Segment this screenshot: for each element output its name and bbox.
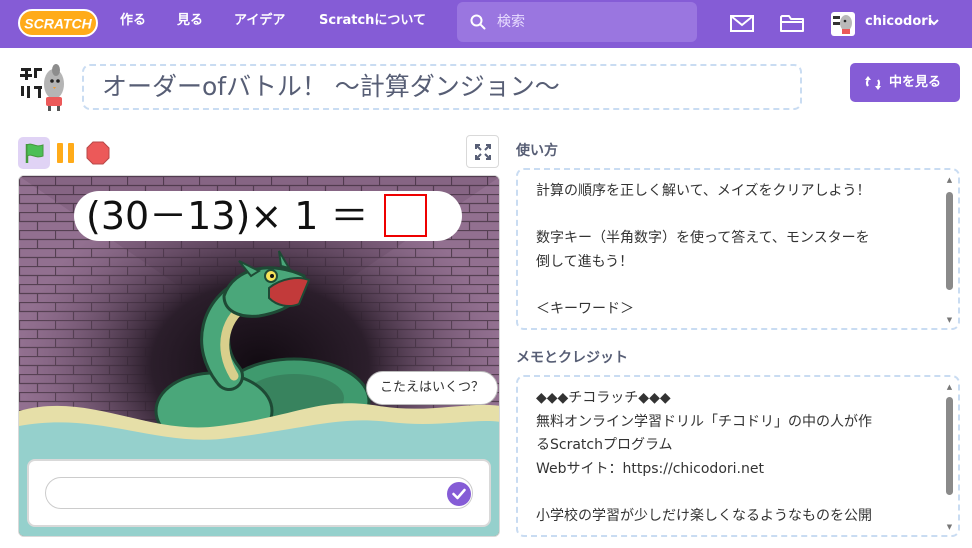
nav-about[interactable]: Scratchについて	[319, 0, 426, 48]
project-author-avatar[interactable]	[18, 62, 68, 112]
fullscreen-icon	[475, 144, 491, 160]
folder-icon[interactable]	[779, 10, 805, 36]
nav-explore[interactable]: 見る	[177, 0, 203, 48]
ask-panel	[27, 459, 491, 527]
equation-panel: (30－13)× 1 ＝	[74, 191, 462, 241]
answer-box	[384, 194, 427, 237]
instructions-heading: 使い方	[516, 143, 558, 159]
stop-icon[interactable]	[86, 141, 110, 165]
notes-scrollbar[interactable]: ▲ ▼	[945, 383, 954, 531]
remix-arrows-icon	[865, 76, 881, 90]
notes-panel[interactable]: ◆◆◆チコラッチ◆◆◆ 無料オンライン学習ドリル「チコドリ」の中の人が作 るSc…	[516, 375, 960, 537]
scratch-logo[interactable]: SCRATCH	[18, 9, 98, 37]
instructions-panel[interactable]: 計算の順序を正しく解いて、メイズをクリアしよう！ 数字キー（半角数字）を使って答…	[516, 168, 960, 330]
project-title[interactable]: オーダーofバトル！ ～計算ダンジョン～	[82, 64, 802, 110]
notes-text: ◆◆◆チコラッチ◆◆◆ 無料オンライン学習ドリル「チコドリ」の中の人が作 るSc…	[536, 390, 872, 524]
fullscreen-button[interactable]	[466, 135, 499, 168]
top-navbar: SCRATCH 作る 見る アイデア Scratchについて chicodori	[0, 0, 972, 48]
answer-input[interactable]	[45, 477, 473, 509]
search-box[interactable]	[457, 2, 697, 42]
equation-text: (30－13)× 1 ＝	[86, 194, 369, 238]
user-avatar[interactable]	[831, 12, 855, 36]
scroll-thumb[interactable]	[946, 397, 953, 495]
mail-icon[interactable]	[729, 10, 755, 36]
nav-create[interactable]: 作る	[120, 0, 146, 48]
scroll-down-icon[interactable]: ▼	[945, 316, 954, 324]
see-inside-button[interactable]: 中を見る	[850, 63, 960, 102]
instructions-text: 計算の順序を正しく解いて、メイズをクリアしよう！ 数字キー（半角数字）を使って答…	[536, 183, 871, 317]
scroll-down-icon[interactable]: ▼	[945, 523, 954, 531]
search-input[interactable]	[497, 2, 687, 42]
speech-bubble: こたえはいくつ？	[366, 371, 498, 405]
notes-heading: メモとクレジット	[516, 350, 628, 366]
scroll-up-icon[interactable]: ▲	[945, 176, 954, 184]
bird-avatar-icon	[833, 15, 852, 34]
green-flag-button[interactable]	[18, 137, 50, 169]
scroll-up-icon[interactable]: ▲	[945, 383, 954, 391]
user-name[interactable]: chicodori	[865, 0, 932, 44]
scroll-thumb[interactable]	[946, 192, 953, 290]
logo-text: SCRATCH	[24, 16, 92, 32]
check-icon	[452, 488, 466, 500]
see-inside-label: 中を見る	[889, 75, 942, 90]
pause-icon[interactable]	[55, 141, 77, 165]
chevron-down-icon[interactable]	[928, 16, 940, 28]
instructions-scrollbar[interactable]: ▲ ▼	[945, 176, 954, 324]
green-flag-icon	[25, 143, 44, 163]
project-stage[interactable]: (30－13)× 1 ＝ こたえはいくつ？	[18, 175, 500, 537]
submit-answer-button[interactable]	[447, 482, 471, 506]
search-icon	[470, 14, 486, 30]
nav-ideas[interactable]: アイデア	[234, 0, 285, 48]
